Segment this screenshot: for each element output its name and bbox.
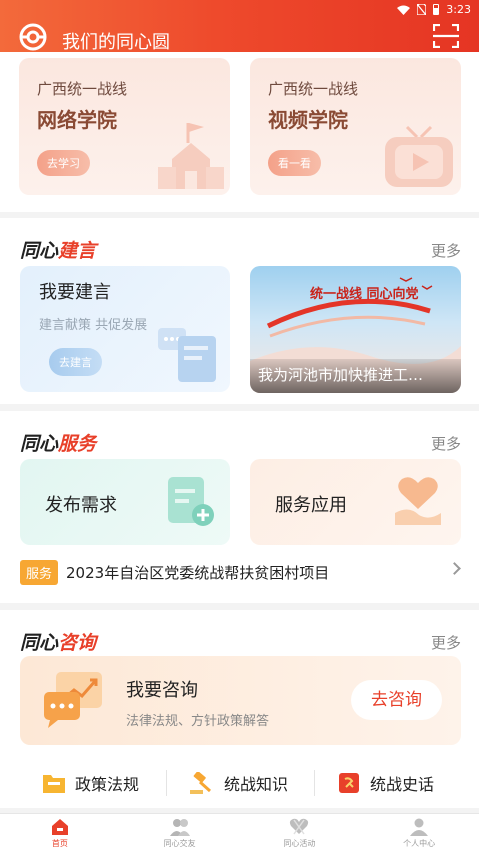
make-proposal-card[interactable]: 我要建言 建言献策 共促发展 去建言 xyxy=(20,266,230,392)
service-apps-card[interactable]: 服务应用 xyxy=(250,459,461,545)
quick-link-label: 统战史话 xyxy=(370,775,435,794)
news-caption-bar: 我为河池市加快推进工… xyxy=(250,359,461,393)
card-title: 我要建言 xyxy=(39,282,111,303)
tab-home[interactable]: 首页 xyxy=(0,814,120,853)
bottom-tab-bar: 首页 同心交友 同心活动 个人中心 xyxy=(0,813,479,853)
card-title: 服务应用 xyxy=(275,495,347,516)
publish-demand-card[interactable]: 发布需求 xyxy=(20,459,230,545)
divider xyxy=(314,770,315,796)
quick-link-policy[interactable]: 政策法规 xyxy=(43,768,139,798)
tab-activity[interactable]: 同心活动 xyxy=(240,814,360,853)
card-subtitle: 建言献策 共促发展 xyxy=(39,318,148,333)
more-link[interactable]: 更多 xyxy=(431,433,461,454)
more-link[interactable]: 更多 xyxy=(431,632,461,653)
go-propose-button[interactable]: 去建言 xyxy=(49,348,102,376)
heart-hand-icon xyxy=(395,477,441,525)
chevron-right-icon xyxy=(448,562,461,575)
proposal-section: 同心建言 更多 我要建言 建言献策 共促发展 去建言 统一战线 同心向党 我为河… xyxy=(0,218,479,404)
tab-label: 同心活动 xyxy=(283,839,316,848)
card-title: 我要咨询 xyxy=(126,680,198,701)
quick-link-label: 统战知识 xyxy=(224,775,289,794)
academy-prefix: 广西统一战线 xyxy=(268,80,359,98)
status-bar: 3:23 xyxy=(397,3,471,16)
watch-button[interactable]: 看一看 xyxy=(268,150,321,176)
section-title: 同心建言 xyxy=(20,240,97,262)
academy-name: 网络学院 xyxy=(37,108,117,132)
tab-label: 首页 xyxy=(51,839,68,848)
card-subtitle: 法律法规、方针政策解答 xyxy=(126,714,270,729)
gavel-icon xyxy=(190,772,212,794)
consult-card[interactable]: 我要咨询 法律法规、方针政策解答 去咨询 xyxy=(20,656,461,745)
page-title: 我们的同心圆 xyxy=(62,32,170,53)
school-icon xyxy=(158,123,224,189)
chat-doc-icon xyxy=(158,328,216,382)
tab-label: 同心交友 xyxy=(163,839,196,848)
academy-name: 视频学院 xyxy=(268,108,348,132)
notice-text: 2023年自治区党委统战帮扶贫困村项目 xyxy=(66,563,330,582)
tab-friends[interactable]: 同心交友 xyxy=(120,814,240,853)
app-logo-icon xyxy=(19,23,47,51)
tab-profile[interactable]: 个人中心 xyxy=(359,814,479,853)
go-consult-button[interactable]: 去咨询 xyxy=(351,680,442,720)
activity-icon xyxy=(290,818,309,835)
consult-section: 同心咨询 更多 我要咨询 法律法规、方针政策解答 去咨询 政策法规 统战知识 统… xyxy=(0,610,479,808)
card-title: 发布需求 xyxy=(45,495,117,516)
more-link[interactable]: 更多 xyxy=(431,240,461,261)
service-notice[interactable]: 服务 2023年自治区党委统战帮扶贫困村项目 xyxy=(20,559,461,585)
tv-play-icon xyxy=(385,125,453,187)
wifi-icon xyxy=(397,5,411,15)
status-time: 3:23 xyxy=(446,3,471,16)
quick-link-knowledge[interactable]: 统战知识 xyxy=(190,768,288,798)
tab-label: 个人中心 xyxy=(403,839,436,848)
quick-link-history[interactable]: 统战史话 xyxy=(338,768,434,798)
no-sim-icon xyxy=(417,4,427,15)
consult-chart-icon xyxy=(44,672,102,728)
section-title: 同心咨询 xyxy=(20,632,97,654)
quick-link-label: 政策法规 xyxy=(75,775,140,794)
home-icon xyxy=(51,819,68,835)
folder-icon xyxy=(43,775,65,793)
app-header: 3:23 我们的同心圆 xyxy=(0,0,479,58)
news-banner-text: 统一战线 同心向党 xyxy=(310,286,419,302)
service-section: 同心服务 更多 发布需求 服务应用 服务 2023年自治区党委统战帮扶贫困村项目 xyxy=(0,411,479,603)
section-title: 同心服务 xyxy=(20,433,97,455)
add-document-icon xyxy=(168,477,214,526)
user-icon xyxy=(410,818,429,836)
battery-icon xyxy=(433,4,440,15)
notice-badge: 服务 xyxy=(20,559,59,585)
friends-icon xyxy=(169,819,190,836)
scan-icon[interactable] xyxy=(433,24,459,48)
academy-prefix: 广西统一战线 xyxy=(37,80,128,98)
news-banner[interactable]: 统一战线 同心向党 我为河池市加快推进工… xyxy=(250,266,461,393)
news-caption: 我为河池市加快推进工… xyxy=(258,366,424,384)
go-study-button[interactable]: 去学习 xyxy=(37,150,90,176)
network-academy-card[interactable]: 广西统一战线 网络学院 去学习 xyxy=(19,58,230,195)
video-academy-card[interactable]: 广西统一战线 视频学院 看一看 xyxy=(250,58,461,195)
divider xyxy=(166,770,167,796)
party-book-icon xyxy=(339,773,359,793)
academy-section: 广西统一战线 网络学院 去学习 广西统一战线 视频学院 看一看 xyxy=(0,52,479,212)
